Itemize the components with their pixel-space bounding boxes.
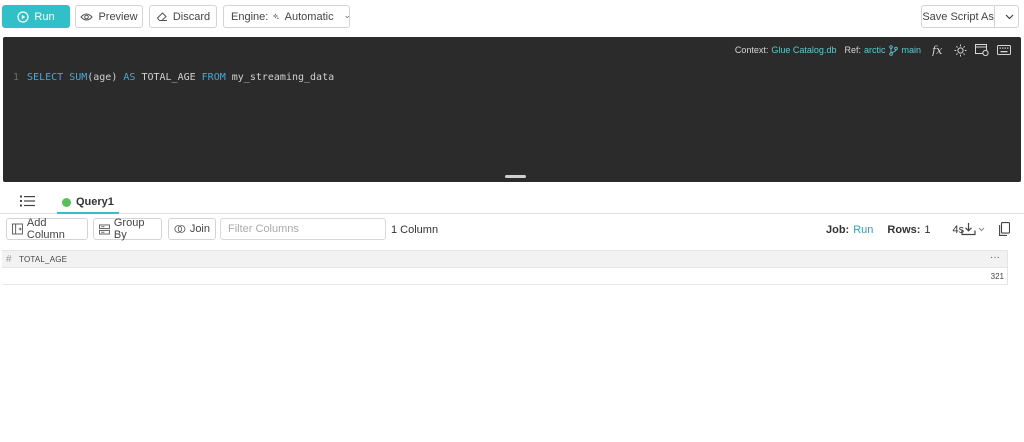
list-icon <box>20 195 35 207</box>
run-button-label: Run <box>34 10 55 23</box>
editor-resize-handle[interactable] <box>505 175 526 178</box>
job-link[interactable]: Run <box>853 224 873 236</box>
sun-icon <box>954 44 966 56</box>
run-button[interactable]: Run <box>2 5 70 28</box>
context-value[interactable]: Glue Catalog.db <box>771 45 836 55</box>
group-by-label: Group By <box>113 217 145 241</box>
keyboard-shortcuts-button[interactable] <box>993 41 1015 59</box>
save-script-as-button[interactable]: Save Script As <box>921 5 1019 28</box>
column-menu-button[interactable]: ··· <box>990 252 1000 263</box>
engine-prefix: Engine: <box>231 10 269 23</box>
context-label: Context: <box>734 45 769 55</box>
chevron-down-icon <box>978 227 985 231</box>
tab-query1-label: Query1 <box>76 196 114 208</box>
group-by-icon <box>99 224 110 234</box>
keyboard-icon <box>997 45 1011 55</box>
job-label: Job: <box>826 224 850 236</box>
results-list-toggle[interactable] <box>20 195 35 210</box>
sql-token: TOTAL_AGE <box>135 72 202 83</box>
numeric-type-icon: # <box>6 254 12 265</box>
engine-select[interactable]: Engine: Automatic <box>223 5 350 28</box>
sql-token: (age) <box>87 72 124 83</box>
discard-button-label: Discard <box>172 10 211 23</box>
results-grid-header: # TOTAL_AGE ··· <box>2 250 1008 268</box>
svg-text:fx: fx <box>932 44 943 56</box>
join-icon <box>174 225 186 233</box>
play-circle-icon <box>17 10 30 23</box>
sparkle-icon <box>273 13 280 20</box>
chevron-down-icon <box>1005 14 1014 19</box>
join-label: Join <box>189 223 210 235</box>
add-column-icon <box>12 223 23 235</box>
job-status: Job: Run Rows: 1 4s <box>826 224 964 236</box>
chevron-down-icon <box>344 15 349 18</box>
theme-toggle-button[interactable] <box>949 41 971 59</box>
join-button[interactable]: Join <box>168 218 216 240</box>
eye-icon <box>80 13 94 20</box>
function-icon: fx <box>932 44 943 56</box>
add-column-label: Add Column <box>26 217 65 241</box>
eraser-icon <box>156 12 167 21</box>
line-number: 1 <box>13 72 20 83</box>
table-row[interactable]: 321 <box>2 268 1008 285</box>
rows-label: Rows: <box>887 224 921 236</box>
function-button[interactable]: fx <box>927 41 949 59</box>
grid-divider <box>1007 250 1008 285</box>
editor-settings-button[interactable] <box>971 41 993 59</box>
sql-token: FROM <box>201 72 226 83</box>
top-toolbar: Run Preview Discard Engine: Automatic Sa… <box>0 0 1024 34</box>
editor-context-bar: Context: Glue Catalog.db Ref: arctic mai… <box>735 37 1021 63</box>
save-options-toggle[interactable] <box>1000 14 1018 20</box>
rows-value: 1 <box>924 224 931 236</box>
sql-token: SUM <box>69 72 88 83</box>
filter-columns-input[interactable] <box>220 218 386 240</box>
tab-query1[interactable]: Query1 <box>57 192 119 214</box>
results-tabs: Query1 <box>0 190 1024 214</box>
window-gear-icon <box>975 44 989 56</box>
group-by-button[interactable]: Group By <box>93 217 162 241</box>
branch-value[interactable]: main <box>901 45 921 55</box>
discard-button[interactable]: Discard <box>149 5 217 28</box>
sql-editor[interactable]: Context: Glue Catalog.db Ref: arctic mai… <box>3 37 1021 182</box>
download-icon <box>961 223 976 236</box>
sql-code-line[interactable]: 1 SELECT SUM(age) AS TOTAL_AGE FROM my_st… <box>13 72 334 83</box>
preview-button[interactable]: Preview <box>75 5 143 28</box>
save-script-as-label: Save Script As <box>922 6 996 27</box>
download-button[interactable] <box>961 220 989 238</box>
ref-value[interactable]: arctic <box>864 45 886 55</box>
column-header-total-age[interactable]: TOTAL_AGE <box>19 255 67 264</box>
ref-label: Ref: <box>844 45 861 55</box>
git-branch-icon <box>889 44 899 56</box>
sql-token: AS <box>123 72 136 83</box>
query-status-dot <box>62 197 71 207</box>
copy-icon <box>998 222 1010 236</box>
table-cell[interactable]: 321 <box>991 272 1004 281</box>
add-column-button[interactable]: Add Column <box>6 217 88 241</box>
sql-token: my_streaming_data <box>225 72 335 83</box>
column-count: 1 Column <box>391 224 439 236</box>
copy-button[interactable] <box>996 220 1012 238</box>
engine-value: Automatic <box>284 10 334 23</box>
sql-token: SELECT <box>27 72 70 83</box>
preview-button-label: Preview <box>98 10 138 23</box>
